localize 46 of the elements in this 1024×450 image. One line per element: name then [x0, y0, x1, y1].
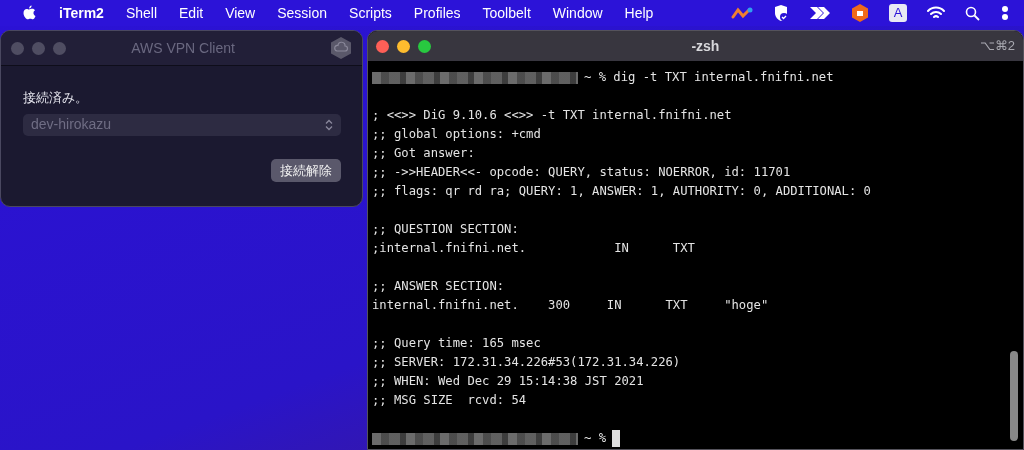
menu-item[interactable]: Window — [541, 2, 614, 24]
input-source-indicator[interactable]: A — [889, 4, 907, 22]
shield-check-icon[interactable] — [773, 4, 789, 22]
search-icon[interactable] — [965, 5, 980, 21]
disconnect-button[interactable]: 接続解除 — [271, 158, 341, 182]
output-line: ;; QUESTION SECTION: — [372, 221, 520, 238]
output-line: ;; MSG SIZE rcvd: 54 — [372, 392, 528, 409]
menu-item[interactable]: Toolbelt — [471, 2, 542, 24]
text-cursor — [612, 430, 620, 447]
double-arrow-icon[interactable] — [809, 6, 831, 20]
control-center-icon[interactable] — [1000, 5, 1008, 21]
output-line: ;; SERVER: 172.31.34.226#53(172.31.34.226) — [372, 354, 682, 371]
output-line: ;; flags: qr rd ra; QUERY: 1, ANSWER: 1, AUTHORITY: 0, ADDITIONAL: 0 — [372, 183, 872, 200]
output-line: internal.fnifni.net. 300 IN TXT "hoge" — [372, 297, 770, 314]
hexagon-cloud-icon — [330, 36, 352, 60]
menu-item[interactable]: Help — [613, 2, 665, 24]
updown-chevron-icon — [325, 118, 333, 131]
graph-line-icon[interactable] — [731, 7, 753, 19]
menu-item[interactable]: Profiles — [402, 2, 472, 24]
menu-item[interactable]: Scripts — [338, 2, 403, 24]
app-menu[interactable]: iTerm2 — [48, 2, 115, 24]
command-line: ~ % — [584, 430, 606, 447]
zoom-button[interactable] — [418, 39, 431, 53]
window-title: AWS VPN Client — [130, 38, 236, 58]
output-line: ;; Got answer: — [372, 145, 476, 162]
shortcut-label: ⌥⌘2 — [979, 37, 1015, 56]
command-line: ~ % dig -t TXT internal.fnifni.net — [584, 69, 834, 86]
output-line: ;; global options: +cmd — [372, 126, 542, 143]
output-line: ;internal.fnifni.net. IN TXT — [372, 240, 696, 257]
output-line: ;; WHEN: Wed Dec 29 15:14:38 JST 2021 — [372, 373, 645, 390]
output-line: ;; ->>HEADER<<- opcode: QUERY, status: NOERROR, id: 11701 — [372, 164, 792, 181]
menu-item[interactable]: Edit — [168, 2, 215, 24]
connection-status: 接続済み。 — [23, 89, 89, 107]
apple-logo-icon[interactable] — [22, 5, 36, 21]
menu-item[interactable]: View — [214, 2, 267, 24]
window-title: -zsh — [690, 36, 721, 56]
output-line: ;; Query time: 165 msec — [372, 335, 542, 352]
menu-item[interactable]: Shell — [114, 2, 168, 24]
close-button[interactable] — [376, 39, 389, 53]
wifi-icon[interactable] — [927, 6, 945, 20]
output-line: ;; ANSWER SECTION: — [372, 278, 506, 295]
output-line: ; <<>> DiG 9.10.6 <<>> -t TXT internal.fnifni.net — [372, 107, 733, 124]
menu-item[interactable]: Session — [266, 2, 339, 24]
minimize-button[interactable] — [397, 39, 410, 53]
profile-name: dev-hirokazu — [31, 115, 112, 134]
scrollbar-thumb[interactable] — [1010, 351, 1018, 441]
